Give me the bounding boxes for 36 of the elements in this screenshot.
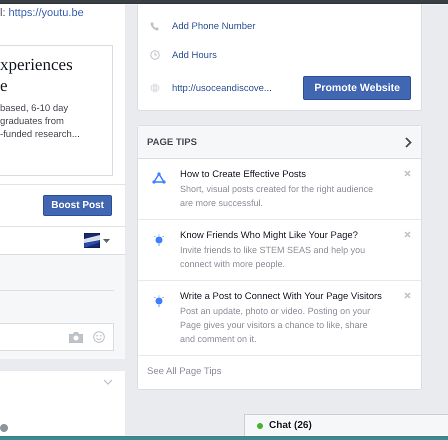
tip-title[interactable]: Know Friends Who Might Like Your Page? <box>180 229 385 242</box>
about-link[interactable]: Add Hours <box>172 50 411 60</box>
boost-post-button[interactable]: Boost Post <box>43 195 112 216</box>
comment-field[interactable] <box>0 323 114 351</box>
chevron-right-icon[interactable] <box>405 136 412 148</box>
camera-icon[interactable] <box>69 332 83 342</box>
preview-description: graduates from <box>0 115 65 128</box>
chevron-down-icon[interactable] <box>103 379 113 385</box>
close-icon[interactable] <box>404 231 411 238</box>
phone-icon <box>150 21 160 31</box>
about-link[interactable]: Add Phone Number <box>172 20 411 32</box>
tip-description: Invite friends to like STEM SEAS and help you connect with more people. <box>180 244 366 271</box>
preview-description: -funded research... <box>0 128 81 141</box>
chat-bar[interactable]: Chat (26) <box>244 414 448 436</box>
video-link[interactable]: https://youtu.be <box>8 7 84 19</box>
close-icon[interactable] <box>404 292 411 299</box>
section-title: PAGE TIPS <box>147 136 197 148</box>
about-link[interactable]: http://usoceandiscove... <box>172 82 292 94</box>
lightbulb-icon <box>152 234 166 246</box>
tip-title[interactable]: Write a Post to Connect With Your Page Visitors <box>180 290 385 303</box>
link-label: l: <box>0 7 6 19</box>
close-icon[interactable] <box>404 170 411 177</box>
tip-description: Post an update, photo or video. Posting on your Page gives your visitors a chance to like, share and comment on it. <box>180 305 372 346</box>
preview-description: based, 6-10 day <box>0 102 70 115</box>
lightbulb-icon <box>152 295 166 307</box>
preview-title: xperiences <box>0 54 74 75</box>
triangle-icon <box>152 172 166 184</box>
link-preview-card[interactable]: xperiences e based, 6-10 day graduates from -funded research... <box>0 45 113 176</box>
clock-icon <box>150 50 160 60</box>
caret-icon[interactable] <box>103 238 110 242</box>
promote-website-button[interactable]: Promote Website <box>303 76 411 100</box>
tip-title[interactable]: How to Create Effective Posts <box>180 168 385 181</box>
page-avatar-icon[interactable] <box>84 233 100 248</box>
tip-description: Short, visual posts created for the right audience are more successful. <box>180 183 374 210</box>
smiley-icon[interactable] <box>93 331 105 343</box>
preview-title: e <box>0 75 9 96</box>
